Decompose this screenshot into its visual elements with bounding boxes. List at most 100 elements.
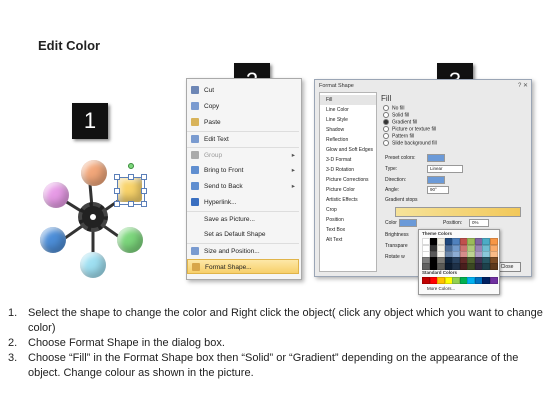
instructions: 1. Select the shape to change the color a…	[8, 306, 553, 381]
page-title: Edit Color	[38, 38, 101, 53]
fill-option-picture-or-texture-fill[interactable]: Picture or texture fill	[383, 126, 436, 133]
resize-handle[interactable]	[114, 188, 120, 194]
close-icon[interactable]: ? ✕	[518, 82, 528, 89]
fill-option-label: Gradient fill	[392, 119, 418, 126]
color-picker-button[interactable]	[399, 219, 417, 227]
menu-item-save-as-picture[interactable]: Save as Picture...	[187, 211, 299, 227]
menu-item-label: Bring to Front	[204, 167, 244, 174]
menu-item-hyperlink[interactable]: Hyperlink...	[187, 195, 299, 210]
copy-icon	[191, 102, 199, 110]
menu-item-format-shape[interactable]: Format Shape...	[187, 259, 299, 274]
resize-handle[interactable]	[128, 174, 134, 180]
radio-icon[interactable]	[383, 133, 389, 139]
category-fill[interactable]: Fill	[320, 95, 376, 105]
radio-icon[interactable]	[383, 140, 389, 146]
color-label: Color	[385, 220, 397, 226]
direction-dropdown[interactable]	[427, 176, 445, 184]
fill-option-label: Pattern fill	[392, 133, 415, 140]
menu-item-bring-to-front[interactable]: Bring to Front ▸	[187, 163, 299, 178]
menu-item-paste[interactable]: Paste	[187, 115, 299, 130]
fill-option-label: Picture or texture fill	[392, 126, 437, 133]
gradient-stops-label: Gradient stops	[385, 197, 418, 203]
theme-colors-heading: Theme Colors	[422, 231, 453, 236]
category-alt-text[interactable]: Alt Text	[320, 235, 376, 245]
resize-handle[interactable]	[141, 201, 147, 207]
theme-color-swatch[interactable]	[489, 238, 498, 245]
resize-handle[interactable]	[128, 201, 134, 207]
category-line-style[interactable]: Line Style	[320, 115, 376, 125]
more-colors-link[interactable]: More Colors...	[427, 286, 455, 291]
gradient-stops-bar[interactable]	[395, 207, 521, 217]
menu-item-label: Group	[204, 152, 223, 159]
menu-item-cut[interactable]: Cut	[187, 83, 299, 98]
menu-item-edit-text[interactable]: Edit Text	[187, 131, 299, 147]
preset-colors-dropdown[interactable]	[427, 154, 445, 162]
fill-heading: Fill	[381, 94, 392, 103]
radio-icon[interactable]	[383, 105, 389, 111]
fill-option-slide-background-fill[interactable]: Slide background fill	[383, 140, 437, 147]
category-position[interactable]: Position	[320, 215, 376, 225]
category-shadow[interactable]: Shadow	[320, 125, 376, 135]
category-list: Fill Line Color Line Style Shadow Reflection…	[319, 92, 377, 272]
category-3-d-rotation[interactable]: 3-D Rotation	[320, 165, 376, 175]
submenu-arrow-icon: ▸	[291, 183, 295, 190]
category-artistic-effects[interactable]: Artistic Effects	[320, 195, 376, 205]
fill-option-pattern-fill[interactable]: Pattern fill	[383, 133, 414, 140]
category-text-box[interactable]: Text Box	[320, 225, 376, 235]
menu-item-size-and-position[interactable]: Size and Position...	[187, 243, 299, 259]
type-select[interactable]: Linear	[427, 165, 463, 173]
category-reflection[interactable]: Reflection	[320, 135, 376, 145]
light-blue-orb[interactable]	[80, 252, 106, 278]
orange-orb[interactable]	[81, 160, 107, 186]
menu-item-label: Hyperlink...	[204, 199, 237, 206]
blue-orb[interactable]	[40, 227, 66, 253]
category-line-color[interactable]: Line Color	[320, 105, 376, 115]
theme-shade-swatch[interactable]	[489, 263, 498, 270]
standard-color-swatch[interactable]	[489, 277, 498, 284]
group-icon	[191, 151, 199, 159]
radio-icon[interactable]	[383, 119, 389, 125]
bring-front-icon	[191, 166, 199, 174]
menu-item-label: Send to Back	[204, 183, 243, 190]
category-crop[interactable]: Crop	[320, 205, 376, 215]
fill-option-no-fill[interactable]: No fill	[383, 105, 405, 112]
pink-orb[interactable]	[43, 182, 69, 208]
category-picture-corrections[interactable]: Picture Corrections	[320, 175, 376, 185]
rotate-with-shape-checkbox[interactable]: Rotate w	[385, 253, 405, 261]
category-picture-color[interactable]: Picture Color	[320, 185, 376, 195]
dialog-title: Format Shape	[319, 83, 354, 89]
menu-item-copy[interactable]: Copy	[187, 99, 299, 114]
angle-input[interactable]: 90°	[427, 186, 449, 194]
preset-colors-label: Preset colors:	[385, 155, 416, 161]
menu-item-label: Save as Picture...	[204, 216, 255, 223]
send-back-icon	[191, 182, 199, 190]
context-menu: Cut Copy Paste Edit Text Group ▸ Bring to Fron…	[186, 78, 302, 280]
gear-icon	[78, 202, 108, 232]
fill-option-gradient-fill[interactable]: Gradient fill	[383, 119, 417, 126]
type-label: Type:	[385, 166, 398, 172]
resize-handle[interactable]	[141, 188, 147, 194]
fill-option-solid-fill[interactable]: Solid fill	[383, 112, 409, 119]
radio-icon[interactable]	[383, 112, 389, 118]
color-popup: Theme Colors Standard Colors More Colors…	[418, 229, 500, 295]
angle-label: Angle:	[385, 187, 400, 193]
menu-item-send-to-back[interactable]: Send to Back ▸	[187, 179, 299, 194]
green-orb[interactable]	[117, 227, 143, 253]
radio-icon[interactable]	[383, 126, 389, 132]
position-input[interactable]: 0%	[469, 219, 489, 227]
menu-item-set-as-default-shape[interactable]: Set as Default Shape	[187, 227, 299, 242]
category-glow-and-soft-edges[interactable]: Glow and Soft Edges	[320, 145, 376, 155]
transparency-label: Transpare	[385, 243, 408, 249]
resize-handle[interactable]	[114, 174, 120, 180]
rotate-handle[interactable]	[128, 163, 134, 169]
instruction-step: 1. Select the shape to change the color a…	[8, 306, 553, 336]
instruction-number: 3.	[8, 352, 18, 364]
category-3-d-format[interactable]: 3-D Format	[320, 155, 376, 165]
edit-text-icon	[191, 135, 199, 143]
menu-item-label: Size and Position...	[204, 248, 260, 255]
fill-option-label: No fill	[392, 105, 405, 112]
menu-item-label: Set as Default Shape	[204, 231, 266, 238]
resize-handle[interactable]	[114, 201, 120, 207]
resize-handle[interactable]	[141, 174, 147, 180]
instruction-text: Select the shape to change the color and…	[28, 307, 543, 334]
